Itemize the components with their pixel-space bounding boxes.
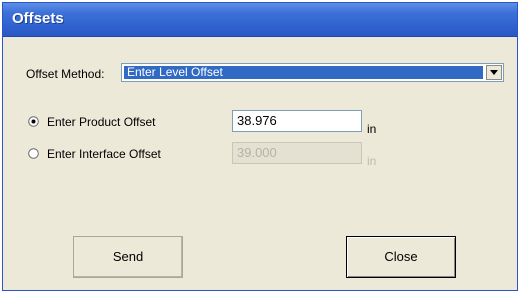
chevron-down-icon[interactable] <box>486 65 502 80</box>
offsets-dialog: Offsets Offset Method: Enter Level Offse… <box>2 2 518 291</box>
offset-method-label: Offset Method: <box>26 67 105 81</box>
interface-offset-radio[interactable] <box>28 148 39 159</box>
interface-offset-label[interactable]: Enter Interface Offset <box>47 147 161 161</box>
close-button[interactable]: Close <box>346 236 456 278</box>
offset-method-selected-value: Enter Level Offset <box>124 66 483 79</box>
offset-method-dropdown[interactable]: Enter Level Offset <box>121 63 504 82</box>
window-title: Offsets <box>12 10 64 27</box>
product-offset-radio[interactable] <box>28 116 39 127</box>
dialog-client-area: Offset Method: Enter Level Offset Enter … <box>3 37 517 290</box>
title-bar[interactable]: Offsets <box>3 3 517 37</box>
send-button[interactable]: Send <box>73 236 183 278</box>
product-offset-input[interactable]: 38.976 <box>232 110 362 132</box>
interface-offset-input: 39.000 <box>232 142 362 164</box>
product-offset-unit: in <box>367 122 377 136</box>
product-offset-label[interactable]: Enter Product Offset <box>47 115 156 129</box>
interface-offset-unit: in <box>367 154 377 168</box>
